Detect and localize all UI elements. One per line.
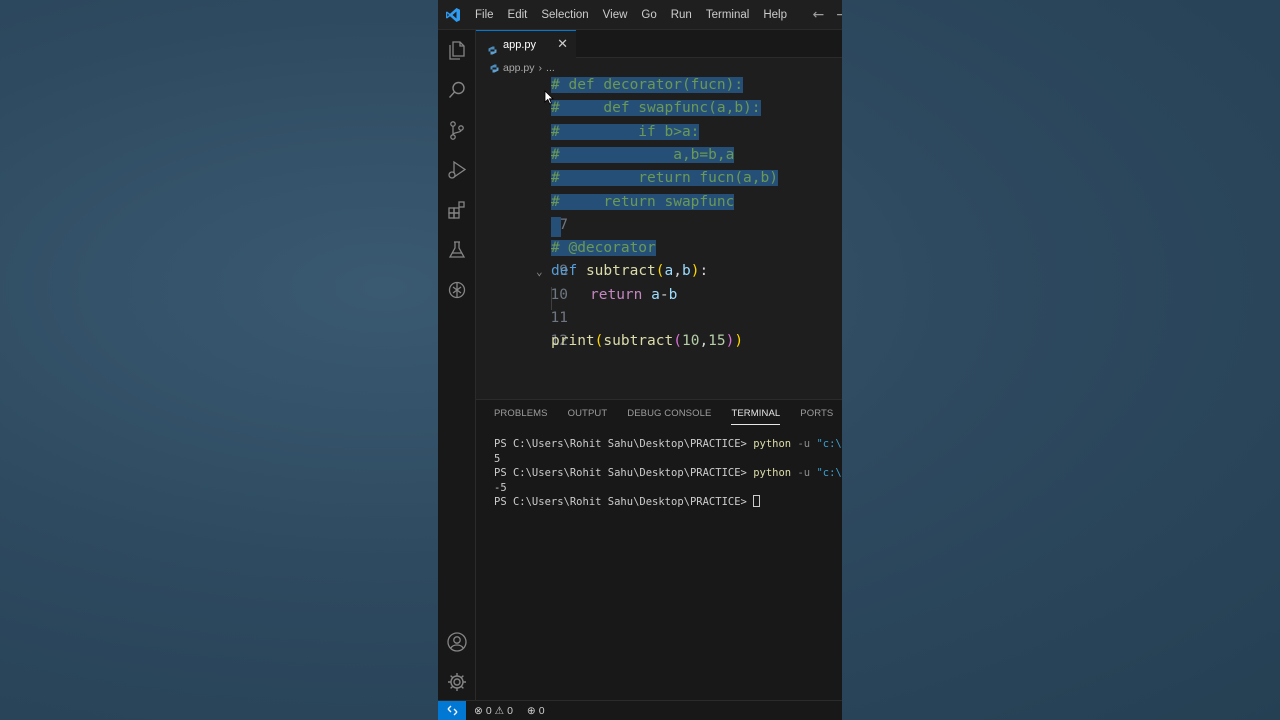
menu-bar: File Edit Selection View Go Run Terminal…: [468, 0, 794, 30]
warning-icon: ⚠: [494, 704, 505, 717]
code-text: print(subtract(10,15)): [551, 333, 744, 350]
tab-problems[interactable]: PROBLEMS: [494, 408, 548, 425]
editor-tab-bar: app.py ✕: [476, 30, 842, 58]
ports-indicator[interactable]: ⊕ 0: [527, 705, 545, 717]
settings-gear-icon[interactable]: [445, 670, 469, 694]
fold-chevron-icon[interactable]: ⌄: [536, 265, 543, 278]
search-icon[interactable]: [445, 78, 469, 102]
menu-help[interactable]: Help: [756, 0, 794, 30]
code-text: # if b>a:: [551, 123, 700, 140]
menu-terminal[interactable]: Terminal: [699, 0, 756, 30]
code-text: # return fucn(a,b): [551, 170, 778, 187]
breadcrumb: app.py › ...: [490, 60, 555, 76]
status-bar: ⊗ 0 ⚠ 0 ⊕ 0: [438, 700, 842, 720]
code-line: 4 # a,b=b,a: [476, 146, 842, 170]
code-line: 5 # return fucn(a,b): [476, 170, 842, 193]
terminal-arg: -u: [797, 438, 811, 450]
code-line: 9 ⌄ def subtract(a,b):: [476, 263, 842, 286]
tab-app-py[interactable]: app.py ✕: [476, 30, 576, 58]
line-number: 10: [550, 286, 568, 303]
vscode-window: File Edit Selection View Go Run Terminal…: [438, 0, 842, 720]
chatgpt-extension-icon[interactable]: [445, 278, 469, 302]
source-control-icon[interactable]: [445, 118, 469, 142]
code-text: return a-b: [590, 286, 678, 303]
problems-indicator[interactable]: ⊗ 0 ⚠ 0: [474, 705, 513, 717]
terminal-arg: -u: [797, 467, 811, 480]
code-line: 10 return a-b: [476, 287, 842, 310]
terminal-command: python: [753, 438, 792, 450]
terminal-path: "c:\Use: [816, 467, 842, 480]
terminal-cursor: [753, 495, 761, 508]
error-icon: ⊗: [474, 704, 483, 717]
code-text: # return swapfunc: [551, 193, 735, 210]
explorer-icon[interactable]: [445, 38, 469, 62]
code-text: # a,b=b,a: [551, 146, 735, 163]
menu-run[interactable]: Run: [664, 0, 699, 30]
terminal-path: "c:\Use: [816, 438, 842, 450]
tab-terminal[interactable]: TERMINAL: [731, 408, 781, 425]
terminal-output-line: -5: [494, 481, 507, 494]
code-editor[interactable]: 1 # def decorator(fucn): 2 # def swapfun…: [476, 77, 842, 399]
close-tab-icon[interactable]: ✕: [557, 37, 568, 52]
terminal-command: python: [753, 467, 792, 480]
python-file-icon: [488, 40, 497, 55]
extensions-icon[interactable]: [445, 198, 469, 222]
broadcast-icon: ⊕: [526, 704, 536, 717]
activity-bar: [438, 30, 476, 700]
tab-output[interactable]: OUTPUT: [568, 408, 608, 425]
python-file-icon: [490, 64, 499, 73]
breadcrumb-separator: ›: [538, 62, 543, 74]
tab-label: app.py: [503, 38, 537, 51]
tab-ports[interactable]: PORTS: [800, 408, 833, 425]
warning-count: 0: [507, 704, 513, 717]
title-bar: File Edit Selection View Go Run Terminal…: [438, 0, 842, 30]
testing-icon[interactable]: [445, 238, 469, 262]
code-text: # def decorator(fucn):: [551, 77, 744, 93]
code-line: 8 # @decorator: [476, 240, 842, 263]
terminal-prompt: PS C:\Users\Rohit Sahu\Desktop\PRACTICE>: [494, 438, 747, 450]
terminal-prompt: PS C:\Users\Rohit Sahu\Desktop\PRACTICE>: [494, 496, 747, 509]
account-icon[interactable]: [445, 630, 469, 654]
code-line: 1 # def decorator(fucn):: [476, 77, 842, 100]
mouse-cursor-icon: [544, 90, 554, 109]
terminal-output[interactable]: PS C:\Users\Rohit Sahu\Desktop\PRACTICE>…: [494, 437, 842, 510]
code-text: def subtract(a,b):: [551, 263, 709, 280]
code-line: 3 # if b>a:: [476, 123, 842, 147]
code-line: 6 # return swapfunc: [476, 193, 842, 217]
menu-view[interactable]: View: [596, 0, 635, 30]
menu-edit[interactable]: Edit: [501, 0, 535, 30]
vscode-logo-icon: [438, 0, 468, 30]
code-line: 7: [476, 216, 842, 240]
terminal-prompt: PS C:\Users\Rohit Sahu\Desktop\PRACTICE>: [494, 467, 747, 480]
forward-arrow-icon[interactable]: →: [836, 7, 842, 23]
code-text: # @decorator: [551, 240, 656, 257]
tab-debug-console[interactable]: DEBUG CONSOLE: [627, 408, 711, 425]
breadcrumb-file[interactable]: app.py: [503, 62, 535, 74]
code-line: 11: [476, 310, 842, 333]
error-count: 0: [485, 704, 492, 717]
code-line: 2 # def swapfunc(a,b):: [476, 100, 842, 123]
menu-go[interactable]: Go: [634, 0, 663, 30]
ports-count: 0: [538, 704, 545, 717]
bottom-panel: PROBLEMS OUTPUT DEBUG CONSOLE TERMINAL P…: [476, 399, 842, 700]
empty-selected-line: [551, 216, 561, 237]
run-debug-icon[interactable]: [445, 158, 469, 182]
terminal-output-line: 5: [494, 452, 501, 465]
code-line: 12 print(subtract(10,15)): [476, 333, 842, 356]
menu-selection[interactable]: Selection: [534, 0, 595, 30]
back-arrow-icon[interactable]: ←: [813, 7, 825, 23]
breadcrumb-more[interactable]: ...: [546, 62, 555, 74]
navigation-arrows: ← →: [813, 0, 842, 30]
panel-tabs: PROBLEMS OUTPUT DEBUG CONSOLE TERMINAL P…: [494, 408, 833, 425]
remote-indicator-icon[interactable]: [438, 701, 466, 720]
code-text: # def swapfunc(a,b):: [551, 100, 761, 117]
line-number: 11: [550, 310, 568, 326]
menu-file[interactable]: File: [468, 0, 501, 30]
